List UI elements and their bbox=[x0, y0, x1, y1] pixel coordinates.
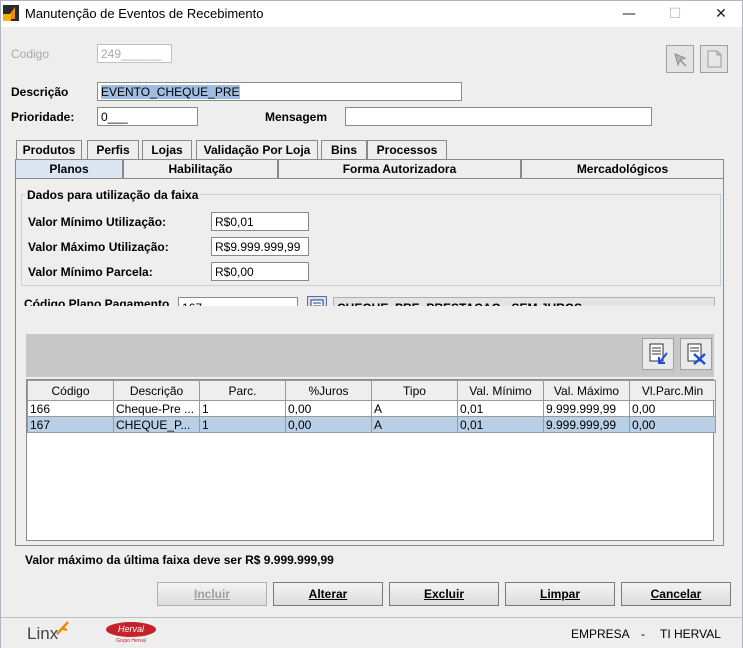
tab-lojas[interactable]: Lojas bbox=[142, 140, 192, 159]
cell-descricao: Cheque-Pre ... bbox=[113, 400, 200, 417]
plano-label: Código Plano Pagamento bbox=[24, 297, 170, 306]
cell-juros: 0,00 bbox=[285, 416, 372, 433]
cell-val-maximo: 9.999.999,99 bbox=[543, 416, 630, 433]
valor-parcela-label: Valor Mínimo Parcela: bbox=[28, 265, 153, 279]
cell-tipo: A bbox=[371, 400, 458, 417]
col-header-juros[interactable]: %Juros bbox=[285, 380, 372, 401]
cell-val-minimo: 0,01 bbox=[457, 400, 544, 417]
col-header-val-minimo[interactable]: Val. Mínimo bbox=[457, 380, 544, 401]
tab-bins[interactable]: Bins bbox=[321, 140, 367, 159]
add-to-list-button[interactable] bbox=[642, 338, 674, 370]
valor-maximo-field[interactable]: R$9.999.999,99 bbox=[211, 237, 309, 256]
cancelar-button[interactable]: Cancelar bbox=[621, 582, 731, 606]
application-window: Manutenção de Eventos de Recebimento — ☐… bbox=[0, 0, 743, 648]
alterar-button[interactable]: Alterar bbox=[273, 582, 383, 606]
empresa-label: EMPRESA bbox=[571, 627, 630, 641]
table-row-selected[interactable]: 167 CHEQUE_P... 1 0,00 A 0,01 9.999.999,… bbox=[27, 416, 716, 433]
note-text: Valor máximo da última faixa deve ser R$… bbox=[25, 553, 334, 567]
col-header-vl-parc-min[interactable]: Vl.Parc.Min bbox=[629, 380, 716, 401]
valor-minimo-label: Valor Mínimo Utilização: bbox=[28, 215, 167, 229]
prioridade-field[interactable]: 0___ bbox=[97, 107, 198, 126]
herval-logo-text: Herval bbox=[106, 622, 156, 637]
tab-habilitacao[interactable]: Habilitação bbox=[123, 159, 278, 178]
cell-juros: 0,00 bbox=[285, 400, 372, 417]
cell-descricao: CHEQUE_P... bbox=[113, 416, 200, 433]
close-button[interactable]: ✕ bbox=[698, 1, 743, 27]
codigo-field[interactable]: 249______ bbox=[97, 44, 172, 63]
incluir-button[interactable]: Incluir bbox=[157, 582, 267, 606]
status-bar: Linx Herval Grupo Herval EMPRESA - TI HE… bbox=[1, 617, 742, 648]
col-header-tipo[interactable]: Tipo bbox=[371, 380, 458, 401]
add-document-icon bbox=[649, 343, 668, 364]
excluir-button[interactable]: Excluir bbox=[389, 582, 499, 606]
linx-logo: Linx bbox=[27, 624, 59, 643]
prioridade-label: Prioridade: bbox=[11, 110, 75, 124]
minimize-button[interactable]: — bbox=[606, 1, 652, 27]
valor-minimo-field[interactable]: R$0,01 bbox=[211, 212, 309, 231]
col-header-descricao[interactable]: Descrição bbox=[113, 380, 200, 401]
table-row[interactable]: 166 Cheque-Pre ... 1 0,00 A 0,01 9.999.9… bbox=[27, 400, 716, 417]
cell-tipo: A bbox=[371, 416, 458, 433]
tab-validacao-por-loja[interactable]: Validação Por Loja bbox=[196, 140, 318, 159]
document-icon bbox=[707, 50, 722, 68]
descricao-label: Descrição bbox=[11, 85, 69, 99]
remove-from-list-button[interactable] bbox=[680, 338, 712, 370]
tab-processos[interactable]: Processos bbox=[367, 140, 447, 159]
tab-perfis[interactable]: Perfis bbox=[87, 140, 139, 159]
tool-button-1[interactable] bbox=[666, 45, 694, 73]
tool-button-2[interactable] bbox=[700, 45, 728, 73]
window-title: Manutenção de Eventos de Recebimento bbox=[25, 6, 264, 21]
cell-val-minimo: 0,01 bbox=[457, 416, 544, 433]
descricao-value: EVENTO_CHEQUE_PRE bbox=[101, 85, 240, 99]
herval-logo: Herval Grupo Herval bbox=[106, 620, 156, 646]
app-icon bbox=[3, 5, 19, 21]
delete-document-icon bbox=[687, 343, 706, 365]
faixa-group-title: Dados para utilização da faixa bbox=[25, 188, 201, 202]
cell-codigo: 167 bbox=[27, 416, 114, 433]
pin-icon bbox=[674, 53, 687, 67]
mensagem-label: Mensagem bbox=[265, 110, 328, 124]
planos-table[interactable]: Código Descrição Parc. %Juros Tipo Val. … bbox=[26, 379, 716, 541]
plano-row: Código Plano Pagamento 167 CHEQUE_PRE_PR… bbox=[21, 294, 721, 306]
cell-val-maximo: 9.999.999,99 bbox=[543, 400, 630, 417]
cell-codigo: 166 bbox=[27, 400, 114, 417]
tab-planos[interactable]: Planos bbox=[15, 159, 123, 178]
valor-parcela-field[interactable]: R$0,00 bbox=[211, 262, 309, 281]
empresa-separator: - bbox=[641, 627, 645, 641]
col-header-codigo[interactable]: Código bbox=[27, 380, 114, 401]
tab-produtos[interactable]: Produtos bbox=[16, 140, 82, 159]
mensagem-field[interactable] bbox=[345, 107, 652, 126]
tab-mercadologicos[interactable]: Mercadológicos bbox=[521, 159, 724, 178]
maximize-button[interactable]: ☐ bbox=[652, 1, 698, 27]
table-header-row: Código Descrição Parc. %Juros Tipo Val. … bbox=[27, 380, 716, 401]
col-header-val-maximo[interactable]: Val. Máximo bbox=[543, 380, 630, 401]
valor-maximo-label: Valor Máximo Utilização: bbox=[28, 240, 169, 254]
herval-logo-subtext: Grupo Herval bbox=[116, 638, 146, 644]
codigo-label: Codigo bbox=[11, 47, 50, 61]
tab-forma-autorizadora[interactable]: Forma Autorizadora bbox=[278, 159, 521, 178]
linx-mark-icon bbox=[56, 621, 69, 635]
plano-code-field[interactable]: 167 bbox=[178, 297, 298, 306]
plano-lookup-button[interactable] bbox=[307, 296, 327, 306]
cell-parc: 1 bbox=[199, 416, 286, 433]
col-header-parc[interactable]: Parc. bbox=[199, 380, 286, 401]
list-toolbar bbox=[26, 334, 714, 377]
limpar-button[interactable]: Limpar bbox=[505, 582, 615, 606]
cell-vl-parc-min: 0,00 bbox=[629, 416, 716, 433]
cell-vl-parc-min: 0,00 bbox=[629, 400, 716, 417]
empresa-value: TI HERVAL bbox=[660, 627, 721, 641]
title-bar: Manutenção de Eventos de Recebimento — ☐… bbox=[1, 1, 742, 27]
list-icon bbox=[310, 299, 324, 306]
plano-desc-field: CHEQUE_PRE_PRESTACAO - SEM JUROS bbox=[333, 297, 715, 306]
cell-parc: 1 bbox=[199, 400, 286, 417]
descricao-field[interactable]: EVENTO_CHEQUE_PRE bbox=[97, 82, 462, 101]
